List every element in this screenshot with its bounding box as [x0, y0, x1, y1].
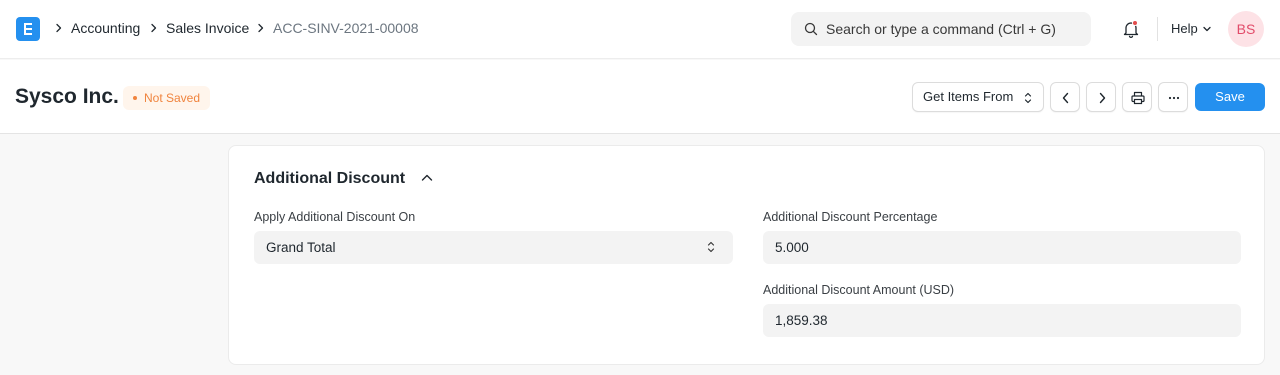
apply-discount-on-value: Grand Total [266, 240, 336, 255]
next-doc-button[interactable] [1086, 82, 1116, 112]
print-button[interactable] [1122, 82, 1152, 112]
navbar: Accounting Sales Invoice ACC-SINV-2021-0… [0, 0, 1280, 59]
discount-amount-label: Additional Discount Amount (USD) [763, 283, 955, 297]
status-text: Not Saved [144, 91, 201, 105]
get-items-from-button[interactable]: Get Items From [912, 82, 1044, 112]
more-actions-button[interactable] [1158, 82, 1188, 112]
previous-doc-button[interactable] [1050, 82, 1080, 112]
search-icon [804, 22, 818, 36]
apply-discount-on-select[interactable]: Grand Total [254, 231, 733, 264]
page-title: Sysco Inc. [15, 85, 119, 108]
save-button[interactable]: Save [1195, 83, 1265, 111]
printer-icon [1131, 91, 1145, 105]
status-dot [133, 96, 137, 100]
notification-bell-icon[interactable] [1121, 19, 1141, 39]
avatar[interactable]: BS [1228, 11, 1264, 47]
discount-amount-field[interactable]: 1,859.38 [763, 304, 1241, 337]
sort-updown-icon [1024, 92, 1032, 104]
help-menu[interactable]: Help [1171, 21, 1198, 37]
search-placeholder: Search or type a command (Ctrl + G) [826, 21, 1056, 37]
app-logo-icon[interactable] [16, 17, 40, 41]
discount-percentage-field[interactable]: 5.000 [763, 231, 1241, 264]
section-title[interactable]: Additional Discount [254, 169, 405, 189]
page-head: Sysco Inc. Not Saved Get Items From Save [0, 60, 1280, 134]
status-badge: Not Saved [123, 86, 211, 110]
discount-percentage-value: 5.000 [775, 240, 809, 255]
notification-dot [1132, 20, 1138, 26]
breadcrumb-current-document[interactable]: ACC-SINV-2021-00008 [273, 20, 419, 37]
select-updown-icon [707, 241, 715, 253]
chevron-left-icon [1062, 92, 1069, 104]
chevron-up-icon[interactable] [420, 173, 434, 183]
get-items-from-label: Get Items From [923, 89, 1014, 104]
chevron-right-icon [258, 23, 264, 33]
chevron-right-icon [56, 23, 62, 33]
discount-percentage-label: Additional Discount Percentage [763, 210, 938, 224]
breadcrumb-accounting[interactable]: Accounting [71, 20, 140, 37]
chevron-down-icon[interactable] [1202, 25, 1212, 33]
divider [1157, 17, 1158, 41]
chevron-right-icon [151, 23, 157, 33]
search-input[interactable]: Search or type a command (Ctrl + G) [791, 12, 1091, 46]
discount-amount-value: 1,859.38 [775, 313, 828, 328]
chevron-right-icon [1099, 92, 1106, 104]
breadcrumb-sales-invoice[interactable]: Sales Invoice [166, 20, 249, 37]
more-horizontal-icon [1168, 96, 1180, 100]
additional-discount-section: Additional Discount Apply Additional Dis… [228, 145, 1265, 365]
apply-discount-on-label: Apply Additional Discount On [254, 210, 416, 224]
